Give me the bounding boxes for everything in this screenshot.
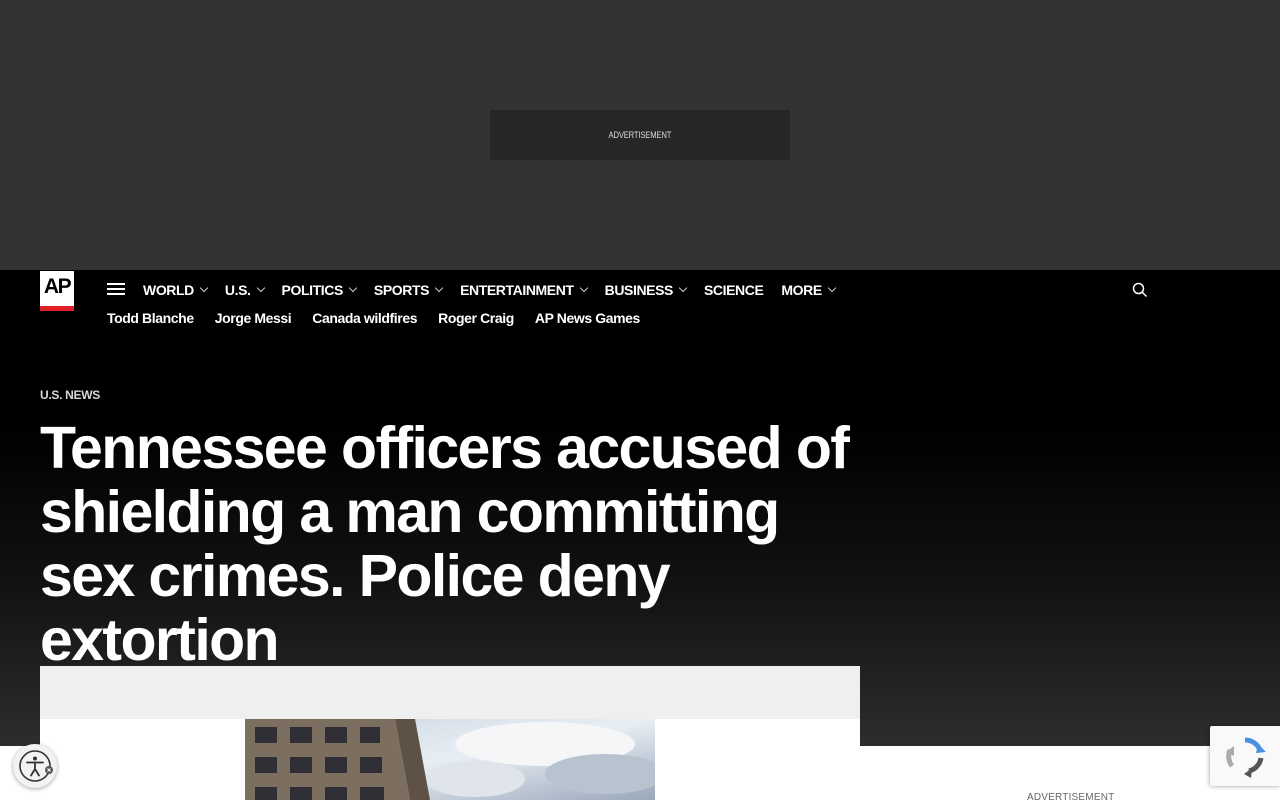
chevron-down-icon	[348, 283, 358, 293]
nav-item-entertainment[interactable]: ENTERTAINMENT	[460, 280, 588, 300]
lead-media	[40, 666, 860, 800]
trending-link[interactable]: Jorge Messi	[215, 310, 292, 328]
nav-item-sports[interactable]: SPORTS	[374, 280, 444, 300]
main-nav: WORLD U.S. POLITICS SPORTS ENTERTAINMENT…	[143, 280, 853, 300]
section-link[interactable]: U.S. NEWS	[40, 388, 100, 402]
nav-item-world[interactable]: WORLD	[143, 280, 209, 300]
ad-slot[interactable]: ADVERTISEMENT	[490, 110, 790, 160]
nav-item-science[interactable]: SCIENCE	[704, 280, 764, 300]
nav-item-more[interactable]: MORE	[781, 280, 837, 300]
trending-link[interactable]: Canada wildfires	[312, 310, 417, 328]
chevron-down-icon	[256, 283, 265, 293]
side-ad-label: ADVERTISEMENT	[1027, 792, 1115, 800]
logo-text: AP	[43, 275, 72, 298]
trending-links: Todd Blanche Jorge Messi Canada wildfire…	[107, 310, 661, 328]
recaptcha-icon[interactable]	[1210, 726, 1280, 786]
nav-item-us[interactable]: U.S.	[225, 280, 265, 300]
chevron-down-icon	[827, 283, 837, 293]
logo-red-bar	[40, 306, 74, 311]
chevron-down-icon	[678, 283, 688, 293]
media-header-bar	[40, 666, 860, 719]
trending-link[interactable]: Roger Craig	[438, 310, 514, 328]
lead-photo[interactable]	[245, 719, 655, 800]
trending-link[interactable]: AP News Games	[535, 310, 640, 328]
ad-label: ADVERTISEMENT	[608, 130, 672, 140]
ap-logo[interactable]: AP	[40, 271, 74, 311]
nav-item-politics[interactable]: POLITICS	[282, 280, 358, 300]
chevron-down-icon	[579, 283, 588, 293]
site-header: AP WORLD U.S. POLITICS SPORTS ENTERTAINM…	[0, 270, 1280, 346]
chevron-down-icon	[199, 283, 209, 293]
top-ad-banner: ADVERTISEMENT	[0, 0, 1280, 270]
trending-link[interactable]: Todd Blanche	[107, 310, 194, 328]
accessibility-icon[interactable]	[13, 744, 57, 788]
chevron-down-icon	[434, 283, 444, 293]
nav-item-business[interactable]: BUSINESS	[605, 280, 688, 300]
page-title: Tennessee officers accused of shielding …	[40, 415, 850, 673]
menu-icon[interactable]	[107, 282, 125, 296]
search-icon[interactable]	[1132, 282, 1148, 298]
